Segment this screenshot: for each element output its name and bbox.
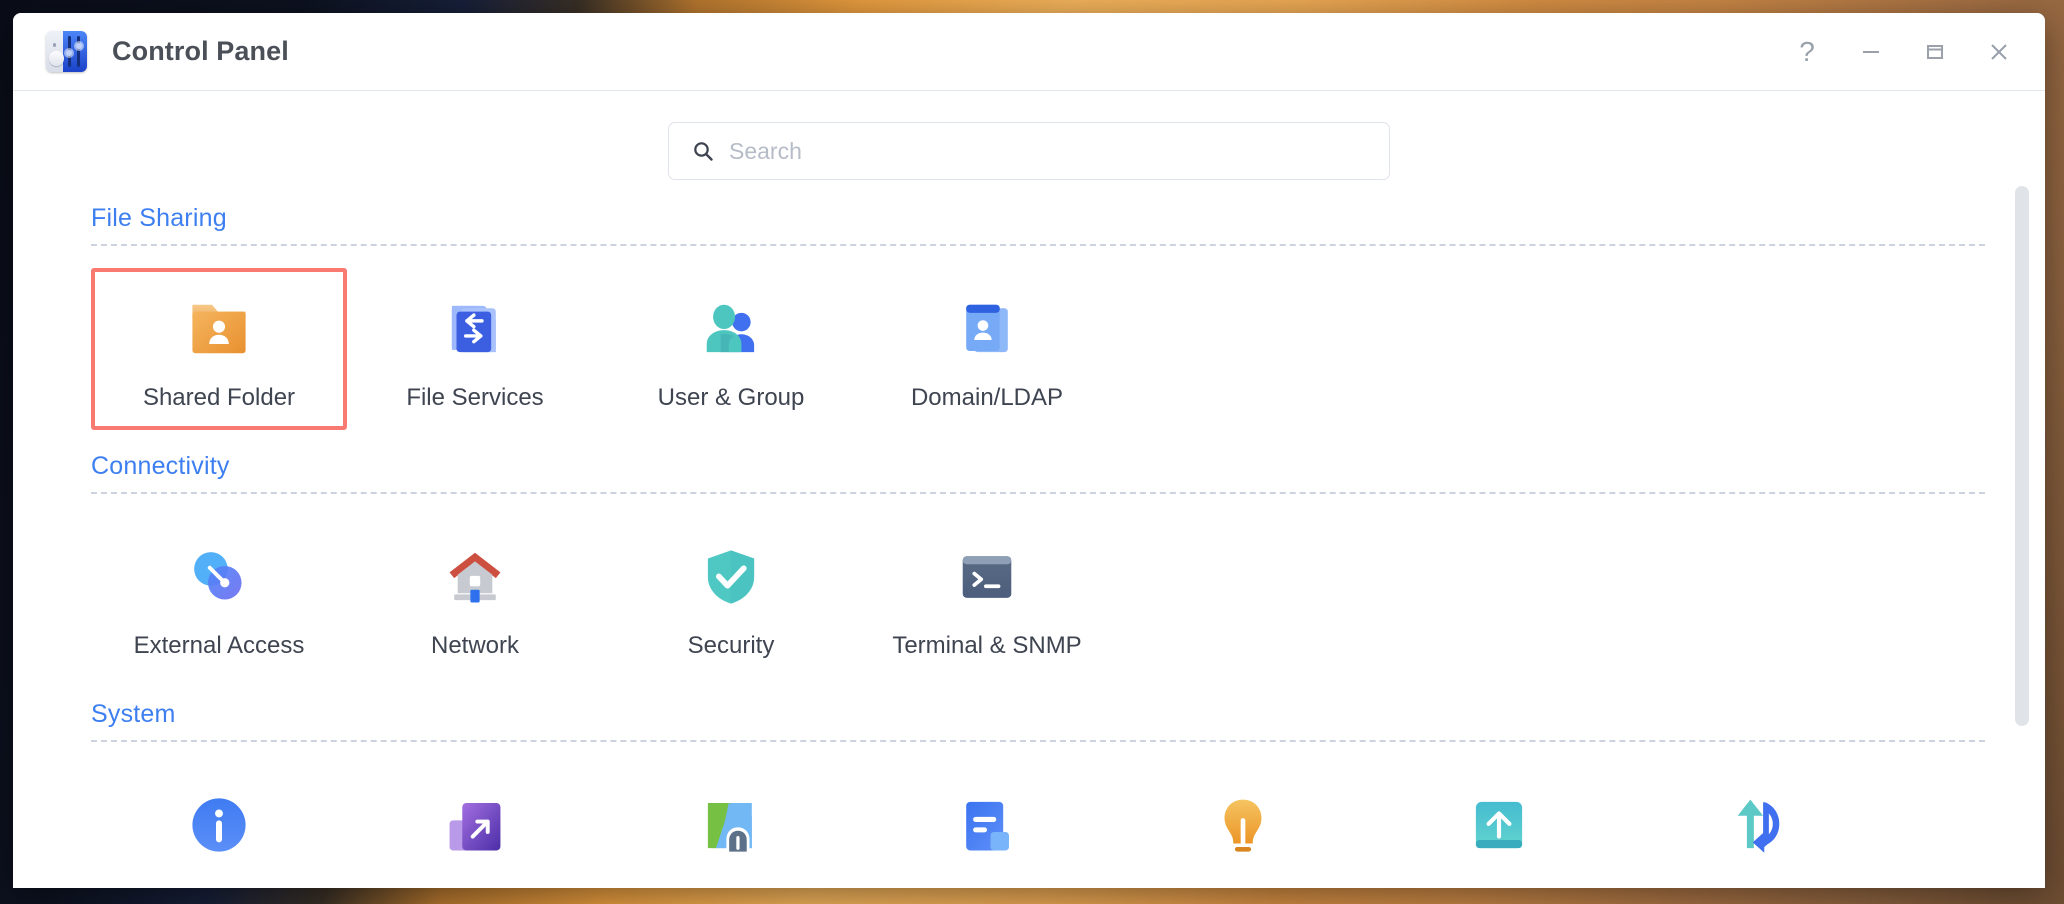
search-row — [13, 91, 2045, 180]
vertical-scrollbar[interactable] — [2015, 186, 2029, 726]
domain-ldap-icon — [948, 290, 1026, 368]
tile-network[interactable]: Network — [347, 516, 603, 678]
shared-folder-icon — [180, 290, 258, 368]
maximize-icon — [1927, 44, 1943, 59]
security-icon — [692, 538, 770, 616]
tile-label: Shared Folder — [142, 384, 296, 411]
desktop-background: Control Panel ? Search File Sharing Shar… — [0, 0, 2064, 904]
sync-backup-icon — [1716, 786, 1794, 864]
section-system: System — [91, 700, 1985, 888]
tile-external-access[interactable]: External Access — [91, 516, 347, 678]
section-title: System — [91, 700, 176, 728]
tile-label: File Services — [406, 384, 544, 411]
help-button[interactable]: ? — [1775, 13, 1839, 90]
tile-user-group[interactable]: User & Group — [603, 268, 859, 430]
section-title: Connectivity — [91, 452, 230, 480]
tile-label: External Access — [133, 632, 305, 659]
tile-external-devices[interactable] — [347, 764, 603, 888]
tile-domain-ldap[interactable]: Domain/LDAP — [859, 268, 1115, 430]
close-icon — [1991, 43, 2007, 60]
section-divider — [91, 492, 1985, 494]
tile-security[interactable]: Security — [603, 516, 859, 678]
terminal-snmp-icon — [948, 538, 1026, 616]
minimize-button[interactable] — [1839, 13, 1903, 90]
tile-task-scheduler[interactable] — [859, 764, 1115, 888]
sections-container: File Sharing Shared Folder File Services… — [13, 204, 2045, 888]
tile-label: Network — [430, 632, 520, 659]
section-divider — [91, 740, 1985, 742]
help-icon: ? — [1799, 35, 1815, 67]
tile-notification[interactable] — [1115, 764, 1371, 888]
task-scheduler-icon — [948, 786, 1026, 864]
search-input[interactable] — [729, 123, 1389, 179]
tile-info-center[interactable] — [91, 764, 347, 888]
tile-file-services[interactable]: File Services — [347, 268, 603, 430]
tile-terminal-snmp[interactable]: Terminal & SNMP — [859, 516, 1115, 678]
search-box[interactable] — [668, 122, 1390, 180]
section-file-sharing: File Sharing Shared Folder File Services… — [91, 204, 1985, 430]
file-services-icon — [436, 290, 514, 368]
section-connectivity: Connectivity External Access Network Sec… — [91, 452, 1985, 678]
window-title-bar: Control Panel ? — [13, 13, 2045, 91]
user-group-icon — [692, 290, 770, 368]
tile-row: Shared Folder File Services User & Group… — [91, 252, 1985, 430]
tile-label: Domain/LDAP — [910, 384, 1064, 411]
info-center-icon — [180, 786, 258, 864]
tile-sync-backup[interactable] — [1627, 764, 1883, 888]
tile-label: Terminal & SNMP — [892, 632, 1082, 659]
external-access-icon — [180, 538, 258, 616]
close-button[interactable] — [1967, 13, 2031, 90]
control-panel-icon — [46, 31, 87, 72]
minimize-icon — [1863, 50, 1879, 53]
tile-shared-folder[interactable]: Shared Folder — [91, 268, 347, 430]
section-divider — [91, 244, 1985, 246]
network-icon — [436, 538, 514, 616]
search-icon — [694, 142, 713, 161]
tile-row: External Access Network Security Termina… — [91, 500, 1985, 678]
notification-icon — [1204, 786, 1282, 864]
tile-label: Security — [687, 632, 775, 659]
tile-row — [91, 748, 1985, 888]
window-title: Control Panel — [112, 36, 289, 66]
window-controls: ? — [1775, 13, 2045, 90]
control-panel-content: File Sharing — [13, 91, 2045, 888]
tile-regional-options[interactable] — [603, 764, 859, 888]
section-title: File Sharing — [91, 204, 227, 232]
maximize-button[interactable] — [1903, 13, 1967, 90]
update-restore-icon — [1460, 786, 1538, 864]
external-devices-icon — [436, 786, 514, 864]
control-panel-window: Control Panel ? Search File Sharing Shar… — [13, 13, 2045, 888]
tile-label: User & Group — [657, 384, 805, 411]
regional-options-icon — [692, 786, 770, 864]
tile-update-restore[interactable] — [1371, 764, 1627, 888]
